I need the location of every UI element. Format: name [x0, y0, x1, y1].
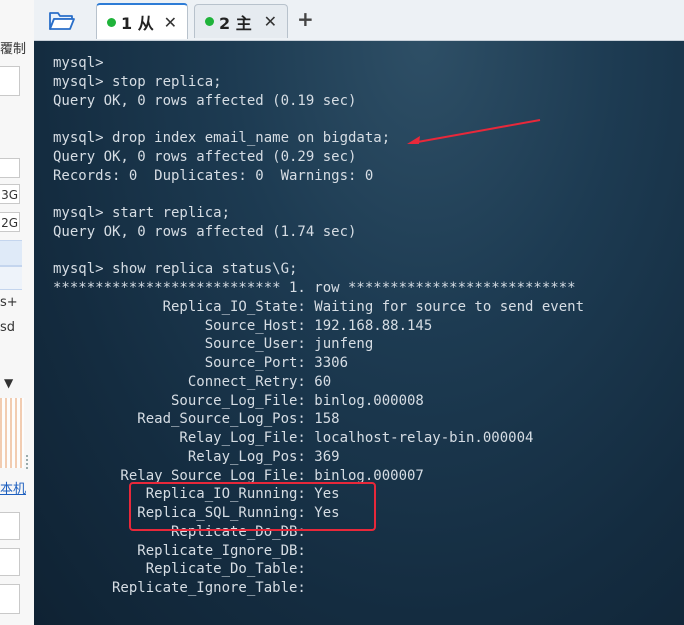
terminal-line: Query OK, 0 rows affected (0.29 sec) — [53, 148, 357, 165]
terminal-line: Source_Host: 192.168.88.145 — [53, 317, 433, 334]
terminal-line: Replica_IO_State: Waiting for source to … — [53, 298, 585, 315]
left-fragment-3g: 3G — [0, 184, 20, 204]
terminal-line: Records: 0 Duplicates: 0 Warnings: 0 — [53, 167, 374, 184]
left-fragment-selected-row — [0, 240, 22, 266]
background-window-edge: 覆制 3G 2G s+ sd ▼ 本机 — [0, 0, 35, 625]
terminal-line: Relay_Log_Pos: 369 — [53, 448, 340, 465]
left-fragment-box — [0, 584, 20, 614]
annotation-arrow — [407, 119, 541, 144]
terminal-line: Replicate_Do_Table: — [53, 561, 306, 578]
terminal-line: Read_Source_Log_Pos: 158 — [53, 411, 340, 428]
left-fragment-box — [0, 158, 20, 178]
close-icon[interactable]: ✕ — [264, 12, 277, 31]
chevron-down-icon[interactable]: ▼ — [4, 376, 13, 390]
terminal-line: Replicate_Ignore_DB: — [53, 542, 306, 559]
terminal-line: mysql> — [53, 55, 104, 71]
left-fragment-text: 覆制 — [0, 42, 27, 57]
terminal-line: Query OK, 0 rows affected (0.19 sec) — [53, 92, 357, 109]
left-fragment-2g: 2G — [0, 212, 20, 232]
terminal-line: mysql> start replica; — [53, 205, 231, 221]
left-fragment-box — [0, 512, 20, 540]
tab-label: 2 主 — [219, 13, 252, 33]
terminal-line: Connect_Retry: 60 — [53, 373, 332, 390]
terminal-line: Relay_Log_File: localhost-relay-bin.0000… — [53, 430, 534, 446]
left-fragment-sd: sd — [0, 320, 16, 335]
left-fragment-field — [0, 66, 20, 96]
tab-session-1[interactable]: 1 从 ✕ — [96, 3, 188, 39]
terminal-output[interactable]: mysql> mysql> stop replica; Query OK, 0 ro… — [34, 41, 684, 625]
terminal-line: *************************** 1. row *****… — [53, 280, 576, 296]
left-fragment-host-link[interactable]: 本机 — [0, 478, 26, 497]
left-fragment-box — [0, 548, 20, 576]
folder-open-icon[interactable] — [48, 9, 76, 31]
session-tab-bar: 1 从 ✕ 2 主 ✕ + — [34, 0, 684, 41]
connection-status-icon — [205, 17, 214, 26]
connection-status-icon — [107, 17, 116, 27]
left-fragment-chart — [0, 398, 24, 468]
terminal-line: Query OK, 0 rows affected (1.74 sec) — [53, 223, 357, 240]
terminal-line: Source_Port: 3306 — [53, 355, 349, 371]
left-fragment-s-plus: s+ — [0, 295, 18, 310]
terminal-line: mysql> show replica status\G; — [53, 261, 298, 278]
tab-session-2[interactable]: 2 主 ✕ — [194, 4, 288, 38]
annotation-highlight-box — [129, 482, 376, 531]
left-fragment-row — [0, 266, 22, 290]
terminal-line: Source_Log_File: binlog.000008 — [53, 392, 424, 409]
terminal-line: mysql> stop replica; — [53, 73, 222, 90]
terminal-line: Replicate_Ignore_Table: — [53, 580, 306, 596]
close-icon[interactable]: ✕ — [164, 13, 177, 32]
new-tab-button[interactable]: + — [297, 7, 314, 31]
terminal-line: Source_User: junfeng — [53, 336, 374, 353]
tab-label: 1 从 — [121, 14, 154, 33]
left-fragment-divider — [26, 455, 30, 469]
